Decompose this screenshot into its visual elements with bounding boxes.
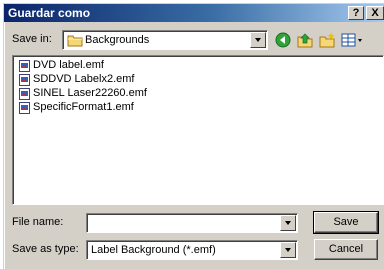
save-as-type-value: Label Background (*.emf): [91, 244, 216, 256]
chevron-down-icon[interactable]: [280, 242, 296, 258]
new-folder-icon[interactable]: [318, 31, 336, 49]
save-in-dropdown[interactable]: Backgrounds: [62, 30, 268, 50]
chevron-down-icon[interactable]: [250, 32, 266, 48]
cancel-button[interactable]: Cancel: [314, 239, 378, 260]
save-button[interactable]: Save: [313, 211, 379, 234]
emf-file-icon: [19, 102, 30, 114]
file-list[interactable]: DVD label.emf SDDVD Labelx2.emf SINEL Lase…: [12, 55, 384, 205]
up-folder-icon[interactable]: [296, 31, 314, 49]
emf-file-icon: [19, 60, 30, 72]
close-button[interactable]: X: [366, 6, 384, 20]
emf-file-icon: [19, 88, 30, 100]
file-name: SINEL Laser22260.emf: [33, 87, 147, 99]
save-as-type-dropdown[interactable]: Label Background (*.emf): [86, 240, 298, 260]
folder-icon: [67, 35, 83, 47]
back-icon[interactable]: [274, 31, 292, 49]
emf-file-icon: [19, 74, 30, 86]
help-button[interactable]: ?: [348, 6, 364, 20]
file-name-input[interactable]: [86, 213, 298, 233]
file-name-label: File name:: [12, 216, 64, 228]
save-in-label: Save in:: [12, 33, 52, 45]
file-name: SDDVD Labelx2.emf: [33, 73, 135, 85]
save-in-value: Backgrounds: [85, 34, 150, 46]
save-as-type-label: Save as type:: [12, 243, 79, 255]
title-bar[interactable]: Guardar como ? X: [4, 4, 384, 22]
chevron-down-icon[interactable]: [280, 215, 296, 231]
views-menu-icon[interactable]: [340, 31, 366, 49]
file-name: DVD label.emf: [33, 59, 104, 71]
file-name: SpecificFormat1.emf: [33, 101, 134, 113]
window-title: Guardar como: [8, 6, 91, 20]
